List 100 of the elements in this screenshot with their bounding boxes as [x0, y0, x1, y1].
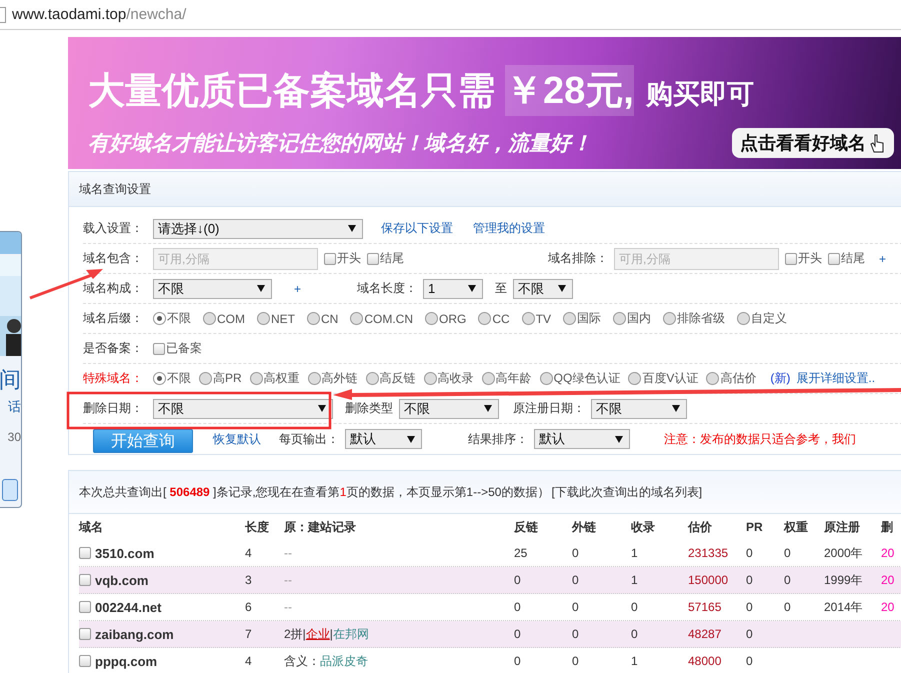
radio-label[interactable]: 高估价 — [720, 370, 756, 387]
radio-label[interactable]: COM — [217, 312, 245, 326]
dropdown[interactable]: 不限 — [591, 398, 687, 418]
radio-label[interactable]: 国际 — [577, 310, 602, 327]
add-link[interactable]: + — [879, 252, 886, 266]
column-header: 收录 — [631, 518, 656, 536]
radio-button[interactable] — [308, 372, 321, 385]
table-cell: 0 — [572, 546, 579, 560]
domain-name[interactable]: vqb.com — [95, 572, 148, 588]
radio-label[interactable]: QQ绿色认证 — [554, 370, 620, 387]
table-cell: 0 — [631, 627, 638, 641]
caret-icon — [558, 285, 566, 292]
table-cell: 231335 — [688, 546, 728, 560]
row-checkbox[interactable] — [79, 574, 91, 586]
banner-button[interactable]: 点击看看好域名 — [732, 128, 894, 158]
checkbox[interactable] — [785, 252, 797, 264]
radio-button[interactable] — [350, 312, 364, 325]
checkbox[interactable] — [367, 252, 379, 264]
dropdown[interactable]: 默认 — [345, 429, 422, 449]
link[interactable]: 恢复默认 — [213, 430, 261, 448]
dropdown[interactable]: 不限 — [399, 398, 499, 418]
checkbox-label[interactable]: 已备案 — [166, 340, 202, 357]
field-label: 载入设置： — [83, 220, 144, 237]
new-tag: (新) — [770, 370, 790, 387]
radio-label[interactable]: 自定义 — [751, 310, 788, 327]
radio-button[interactable] — [250, 372, 263, 385]
radio-button[interactable] — [425, 312, 438, 325]
checkbox-label[interactable]: 开头 — [337, 250, 361, 267]
row-checkbox[interactable] — [79, 655, 91, 667]
row-checkbox[interactable] — [79, 601, 91, 613]
link[interactable]: 管理我的设置 — [473, 220, 545, 237]
link[interactable]: 保存以下设置 — [381, 220, 453, 237]
record-link[interactable]: 企业 — [306, 626, 330, 642]
radio-label[interactable]: 百度V认证 — [642, 370, 698, 387]
radio-label[interactable]: 不限 — [167, 370, 191, 387]
radio-button[interactable] — [737, 312, 750, 325]
checkbox[interactable] — [828, 252, 840, 264]
domain-name[interactable]: zaibang.com — [95, 626, 174, 642]
domain-name[interactable]: 002244.net — [95, 600, 162, 614]
radio-button[interactable] — [257, 312, 270, 325]
checkbox[interactable] — [324, 252, 336, 264]
panel-button[interactable] — [2, 479, 18, 501]
radio-button[interactable] — [478, 312, 492, 325]
url-field[interactable]: www.taodami.top/newcha/ — [12, 6, 186, 23]
table-cell: 2014年 — [824, 598, 863, 616]
radio-button[interactable] — [153, 372, 166, 385]
download-link[interactable]: [下载此次查询出的域名列表] — [551, 484, 702, 500]
radio-button[interactable] — [540, 372, 553, 385]
domain-name[interactable]: pppq.com — [95, 654, 158, 668]
dropdown[interactable]: 1 — [423, 278, 484, 298]
dropdown[interactable]: 请选择↓(0) — [153, 218, 363, 238]
radio-label[interactable]: 高收录 — [438, 370, 474, 387]
radio-label[interactable]: TV — [536, 312, 552, 326]
checkbox-label[interactable]: 结尾 — [380, 250, 404, 267]
radio-label[interactable]: 高权重 — [264, 370, 300, 387]
link[interactable]: 展开详细设置.. — [796, 370, 876, 387]
radio-button[interactable] — [199, 372, 212, 385]
radio-button[interactable] — [307, 312, 320, 325]
radio-button[interactable] — [628, 372, 642, 385]
radio-button[interactable] — [522, 312, 535, 325]
dropdown[interactable]: 默认 — [534, 429, 630, 449]
column-header: 原注册 — [824, 518, 861, 536]
radio-label[interactable]: 不限 — [167, 310, 191, 327]
field-label: 域名长度： — [357, 280, 418, 297]
radio-label[interactable]: COM.CN — [364, 312, 414, 326]
radio-label[interactable]: ORG — [439, 312, 466, 326]
radio-label[interactable]: 高年龄 — [496, 370, 532, 387]
radio-button[interactable] — [366, 372, 379, 385]
domain-name[interactable]: 3510.com — [95, 546, 154, 560]
input-field[interactable]: 可用,分隔 — [153, 248, 318, 270]
checkbox[interactable] — [153, 342, 165, 354]
row-checkbox[interactable] — [79, 628, 91, 640]
radio-label[interactable]: 高反链 — [380, 370, 416, 387]
radio-button[interactable] — [203, 312, 216, 325]
dropdown[interactable]: 不限 — [153, 398, 333, 418]
radio-button[interactable] — [424, 372, 437, 385]
radio-button[interactable] — [706, 372, 720, 385]
add-link[interactable]: + — [294, 282, 302, 296]
radio-button[interactable] — [563, 312, 576, 325]
radio-label[interactable]: CC — [492, 312, 510, 326]
checkbox-label[interactable]: 结尾 — [841, 250, 865, 267]
radio-label[interactable]: 高外链 — [322, 370, 358, 387]
dropdown[interactable]: 不限 — [513, 278, 574, 298]
radio-button[interactable] — [613, 312, 626, 325]
checkbox-label[interactable]: 开头 — [798, 250, 822, 267]
radio-label[interactable]: CN — [321, 312, 338, 326]
radio-button[interactable] — [153, 312, 166, 325]
input-field[interactable]: 可用,分隔 — [614, 248, 779, 270]
dropdown[interactable]: 不限 — [153, 278, 272, 298]
table-cell: 2000年 — [824, 544, 863, 562]
radio-label[interactable]: 排除省级 — [677, 310, 726, 327]
radio-label[interactable]: NET — [271, 312, 295, 326]
promo-banner[interactable]: 大量优质已备案域名只需 ￥28元, 购买即可 有好域名才能让访客记住您的网站！域名好，流量好！ 点击看看好域名 — [68, 37, 901, 169]
radio-button[interactable] — [663, 312, 676, 325]
row-checkbox[interactable] — [79, 547, 91, 559]
notice-text: 注意：发布的数据只适合参考，我们 — [664, 430, 856, 448]
radio-button[interactable] — [482, 372, 495, 385]
radio-label[interactable]: 高PR — [213, 370, 242, 387]
radio-label[interactable]: 国内 — [627, 310, 652, 327]
table-cell: 0 — [784, 573, 791, 587]
